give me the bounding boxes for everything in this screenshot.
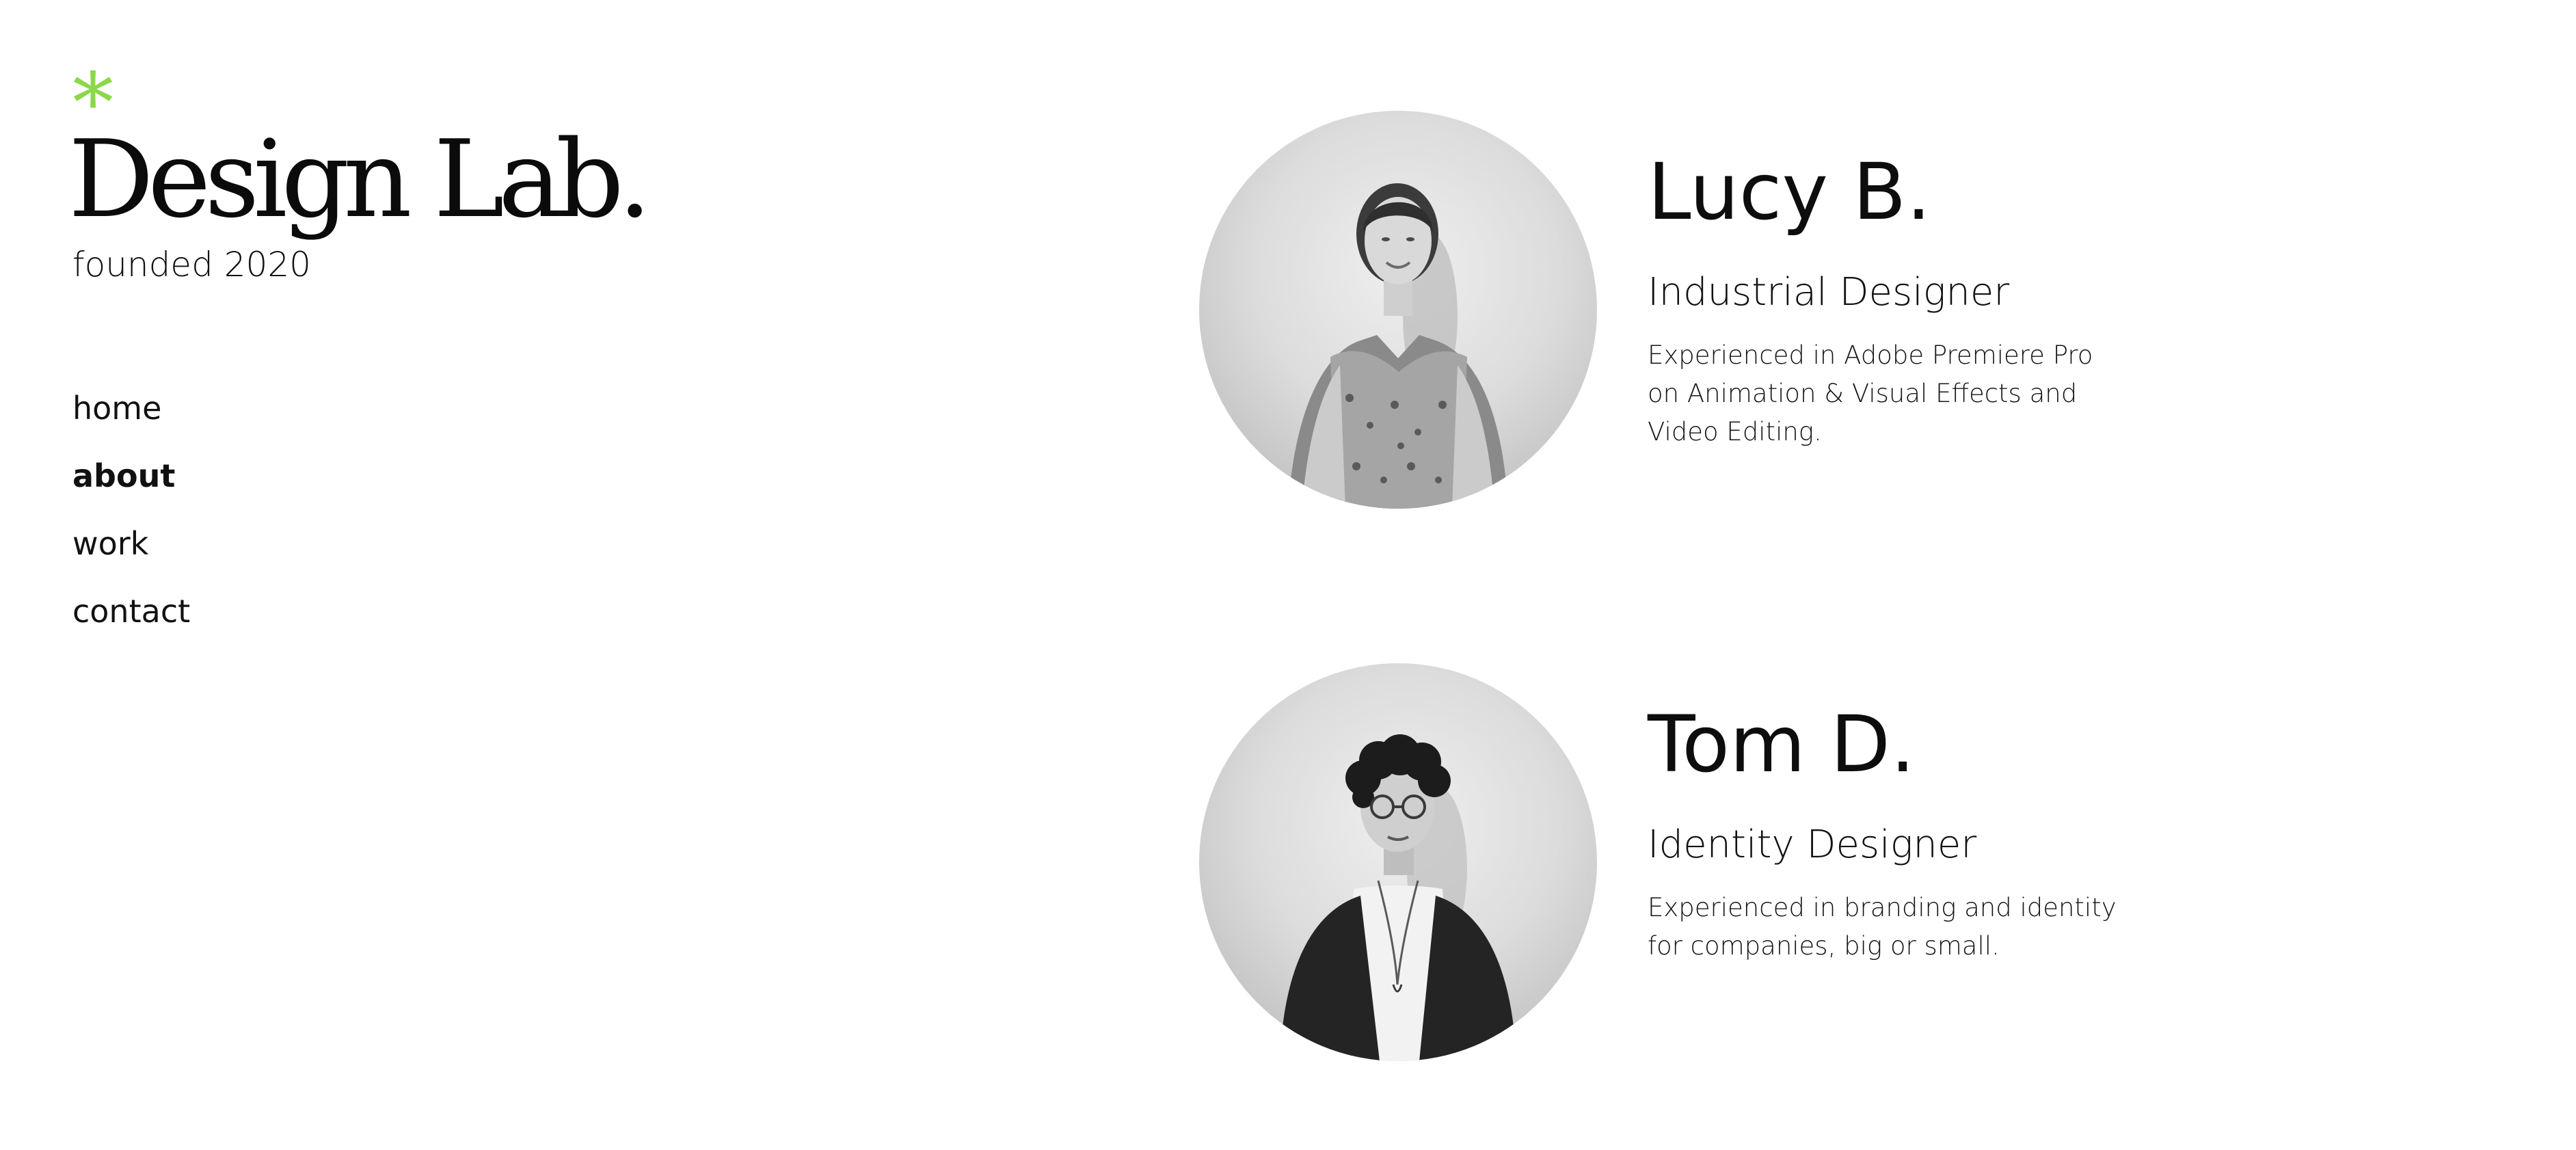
main-nav: home about work contact xyxy=(72,392,190,663)
nav-item-contact[interactable]: contact xyxy=(72,596,190,663)
member-description: Experienced in branding and identity for… xyxy=(1648,893,2117,961)
member-role: Industrial Designer xyxy=(1648,270,2010,315)
nav-item-about[interactable]: about xyxy=(72,460,190,528)
team-member-photo xyxy=(1199,111,1597,509)
member-role: Identity Designer xyxy=(1648,823,1977,867)
member-description: Experienced in Adobe Premiere Pro on Ani… xyxy=(1648,340,2093,446)
team-member-photo xyxy=(1199,663,1597,1061)
team-member-info: Tom D. Identity Designer Experienced in … xyxy=(1648,706,2140,965)
site-title[interactable]: Design Lab. xyxy=(68,126,652,232)
member-name: Tom D. xyxy=(1648,699,1916,790)
founded-text: founded 2020 xyxy=(72,245,311,284)
portrait-photo-icon xyxy=(1280,734,1516,1061)
nav-item-home[interactable]: home xyxy=(72,392,190,460)
member-name: Lucy B. xyxy=(1648,146,1931,237)
portrait-photo-icon xyxy=(1288,183,1508,509)
team-member-info: Lucy B. Industrial Designer Experienced … xyxy=(1648,153,2140,451)
nav-item-work[interactable]: work xyxy=(72,528,190,596)
